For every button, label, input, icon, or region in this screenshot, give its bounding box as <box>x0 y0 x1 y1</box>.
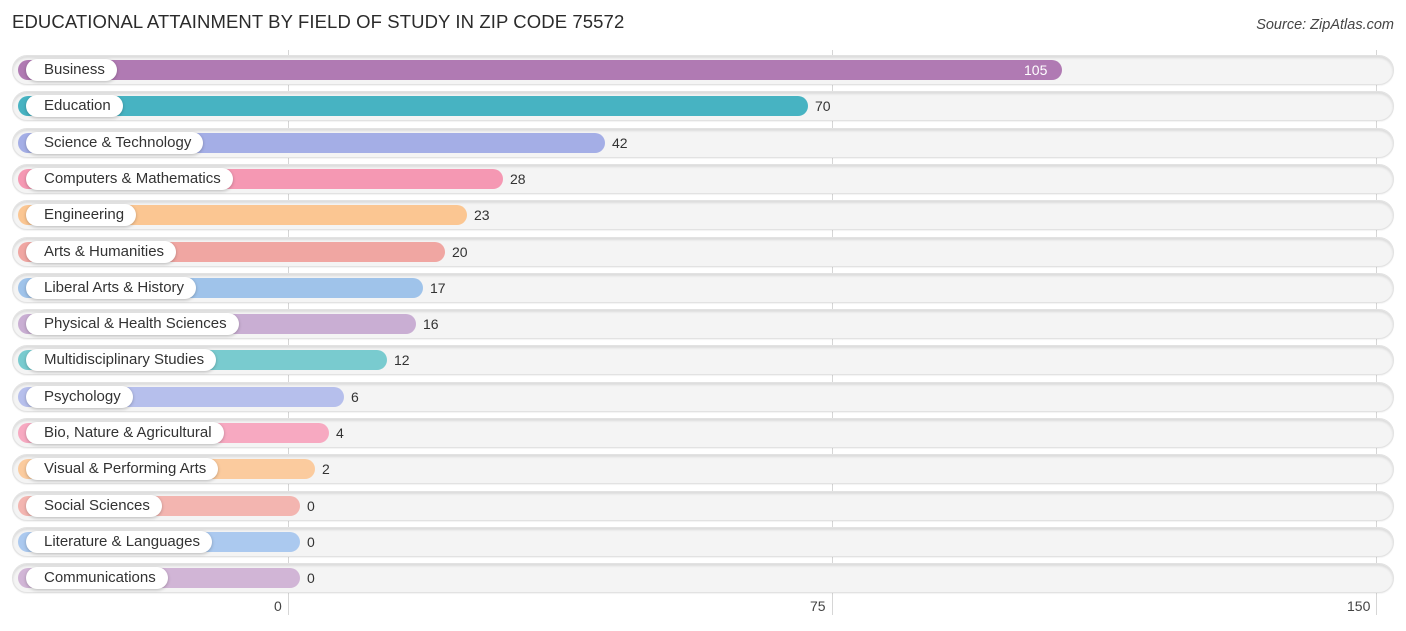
bar-chart: Business 105 Education 70 Science & Technolo… <box>0 0 1406 631</box>
value-label: 70 <box>815 98 831 114</box>
category-label: Arts & Humanities <box>26 241 177 263</box>
category-label: Visual & Performing Arts <box>26 458 219 480</box>
value-label: 28 <box>510 171 526 187</box>
category-label: Multidisciplinary Studies <box>26 349 217 371</box>
value-label: 0 <box>307 498 315 514</box>
x-tick-label: 150 <box>1347 598 1371 614</box>
category-label: Psychology <box>26 386 133 408</box>
category-label: Physical & Health Sciences <box>26 313 239 335</box>
category-label: Liberal Arts & History <box>26 277 197 299</box>
category-label: Literature & Languages <box>26 531 212 553</box>
value-label: 17 <box>430 280 446 296</box>
value-label: 0 <box>307 570 315 586</box>
value-label: 23 <box>474 207 490 223</box>
category-label: Business <box>26 59 117 81</box>
category-label: Computers & Mathematics <box>26 168 233 190</box>
bar[interactable] <box>18 96 808 116</box>
value-label: 0 <box>307 534 315 550</box>
x-tick-label: 0 <box>274 598 282 614</box>
category-label: Science & Technology <box>26 132 204 154</box>
category-label: Education <box>26 95 123 117</box>
category-label: Communications <box>26 567 168 589</box>
x-tick-label: 75 <box>810 598 826 614</box>
value-label: 2 <box>322 461 330 477</box>
value-label: 42 <box>612 135 628 151</box>
category-label: Bio, Nature & Agricultural <box>26 422 224 444</box>
value-label: 16 <box>423 316 439 332</box>
category-label: Social Sciences <box>26 495 162 517</box>
value-label: 105 <box>1024 62 1048 78</box>
category-label: Engineering <box>26 204 137 226</box>
value-label: 4 <box>336 425 344 441</box>
bar[interactable] <box>18 60 1062 80</box>
value-label: 20 <box>452 244 468 260</box>
value-label: 6 <box>351 389 359 405</box>
value-label: 12 <box>394 352 410 368</box>
